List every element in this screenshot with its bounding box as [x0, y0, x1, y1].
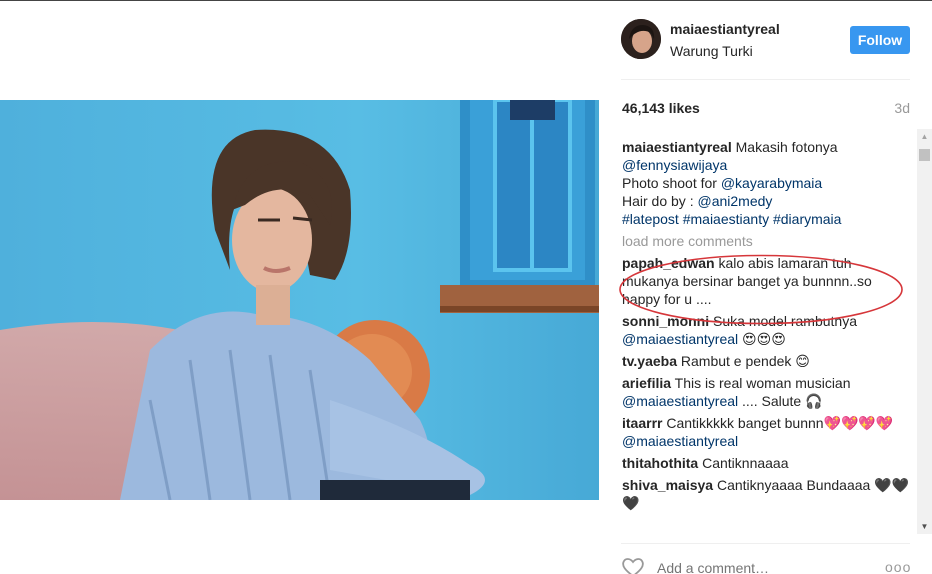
heart-icon[interactable]	[621, 556, 647, 574]
comment-text: Rambut e pendek 😊	[680, 353, 810, 369]
post-header: maiaestiantyreal Warung Turki Follow	[599, 1, 932, 79]
avatar-image	[621, 19, 661, 59]
comment-username[interactable]: sonni_monni	[622, 313, 709, 329]
comment-text: Cantiknnaaaa	[702, 455, 789, 471]
comment: thitahothita Cantiknnaaaa	[622, 454, 912, 472]
caption: maiaestiantyreal Makasih fotonya @fennys…	[622, 138, 912, 228]
comment-text: This is real woman musician	[674, 375, 851, 391]
comment-username[interactable]: papah_edwan	[622, 255, 715, 271]
post-sidebar: maiaestiantyreal Warung Turki Follow 46,…	[599, 1, 932, 574]
caption-mention[interactable]: @kayarabymaia	[721, 175, 822, 191]
follow-button[interactable]: Follow	[850, 26, 910, 54]
comment-username[interactable]: ariefilia	[622, 375, 671, 391]
username[interactable]: maiaestiantyreal	[670, 21, 780, 37]
caption-username[interactable]: maiaestiantyreal	[622, 139, 732, 155]
comment-username[interactable]: shiva_maisya	[622, 477, 713, 493]
post-time[interactable]: 3d	[894, 100, 910, 116]
comment-username[interactable]: itaarrr	[622, 415, 662, 431]
comment-text: 😍😍😍	[742, 331, 786, 347]
caption-text: Hair do by :	[622, 193, 694, 209]
comments-scrollbar[interactable]: ▲ ▼	[917, 129, 932, 534]
comment: sonni_monni Suka model rambutnya @maiaes…	[622, 312, 912, 348]
location-link[interactable]: Warung Turki	[670, 43, 753, 59]
comment-mention[interactable]: @maiaestiantyreal	[622, 393, 738, 409]
caption-mention[interactable]: @fennysiawijaya	[622, 157, 727, 173]
comment: papah_edwan kalo abis lamaran tuh mukany…	[622, 254, 912, 308]
caption-text: Makasih fotonya	[735, 139, 838, 155]
scroll-up-arrow-icon[interactable]: ▲	[917, 129, 932, 144]
comment-text: Cantikkkkk banget bunnn💖💖💖💖	[666, 415, 894, 431]
likes-count[interactable]: 46,143 likes	[622, 100, 700, 116]
comment: itaarrr Cantikkkkk banget bunnn💖💖💖💖 @mai…	[622, 414, 912, 450]
comment-mention[interactable]: @maiaestiantyreal	[622, 331, 738, 347]
comment: tv.yaeba Rambut e pendek 😊	[622, 352, 912, 370]
comment: ariefilia This is real woman musician @m…	[622, 374, 912, 410]
comment-username[interactable]: thitahothita	[622, 455, 698, 471]
comment-mention[interactable]: @maiaestiantyreal	[622, 433, 738, 449]
avatar[interactable]	[621, 19, 661, 59]
post-photo-image	[0, 100, 599, 500]
caption-mention[interactable]: @ani2medy	[697, 193, 772, 209]
comment: shiva_maisya Cantiknyaaaa Bundaaaa 🖤🖤🖤	[622, 476, 912, 512]
post-photo[interactable]	[0, 100, 599, 500]
comment-text: .... Salute 🎧	[742, 393, 823, 409]
caption-hashtags[interactable]: #latepost #maiaestianty #diarymaia	[622, 211, 841, 227]
scroll-thumb[interactable]	[919, 149, 930, 161]
comments-list: maiaestiantyreal Makasih fotonya @fennys…	[622, 138, 912, 516]
load-more-comments[interactable]: load more comments	[622, 232, 912, 250]
header-divider	[621, 79, 910, 80]
comment-text: Suka model rambutnya	[713, 313, 857, 329]
footer-divider	[621, 543, 910, 544]
caption-text: Photo shoot for	[622, 175, 717, 191]
comment-username[interactable]: tv.yaeba	[622, 353, 677, 369]
more-options-icon[interactable]: ooo	[885, 559, 911, 574]
add-comment-input[interactable]	[657, 560, 877, 574]
scroll-down-arrow-icon[interactable]: ▼	[917, 519, 932, 534]
heart-icon-glyph	[622, 558, 644, 574]
